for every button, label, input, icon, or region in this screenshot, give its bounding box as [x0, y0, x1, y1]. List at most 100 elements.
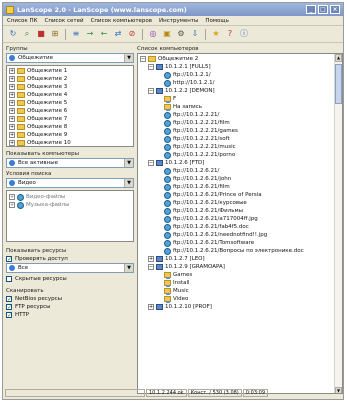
- resource-node[interactable]: ftp://10.1.2.6.21/: [138, 167, 342, 175]
- expand-icon[interactable]: −: [148, 160, 154, 166]
- computer-node[interactable]: −10.1.2.6 [FTD]: [138, 159, 342, 167]
- resource-node[interactable]: ftp://10.1.2.6.21/neednotfind!!.jpg: [138, 231, 342, 239]
- expand-icon[interactable]: +: [9, 140, 15, 146]
- group-item[interactable]: + Общежитие 10: [7, 139, 133, 146]
- menu-item-4[interactable]: Помощь: [205, 18, 228, 24]
- expand-icon[interactable]: +: [9, 68, 15, 74]
- expand-icon[interactable]: +: [9, 116, 15, 122]
- scroll-thumb[interactable]: [335, 64, 342, 104]
- group-node[interactable]: − Общежитие 2: [138, 55, 342, 63]
- expand-icon[interactable]: −: [148, 64, 154, 70]
- condition-item[interactable]: + Видео-файлы: [7, 193, 133, 201]
- group-item[interactable]: + Общежитие 1: [7, 67, 133, 75]
- hidden-resources-checkbox[interactable]: Скрытые ресурсы: [6, 275, 134, 283]
- info-icon[interactable]: ⓘ: [238, 28, 250, 40]
- vertical-scrollbar[interactable]: ▲ ▼: [334, 54, 342, 393]
- condition-item[interactable]: + Музыка-файлы: [7, 201, 133, 209]
- group-item[interactable]: + Общежитие 9: [7, 131, 133, 139]
- back-icon[interactable]: ←: [98, 28, 110, 40]
- tree-icon[interactable]: ⊞: [49, 28, 61, 40]
- groups-tree[interactable]: + Общежитие 1 + Общежитие 2 + Общежитие 3 + Общ…: [6, 65, 134, 147]
- forward-icon[interactable]: →: [84, 28, 96, 40]
- group-item[interactable]: + Общежитие 6: [7, 107, 133, 115]
- resource-node[interactable]: ftp://10.1.2.6.21/Вопросы по электронике…: [138, 247, 342, 255]
- expand-icon[interactable]: +: [9, 76, 15, 82]
- scan-icon[interactable]: ◎: [147, 28, 159, 40]
- scan-ftp-checkbox[interactable]: ✓ FTP ресурсы: [6, 303, 134, 311]
- resources-select[interactable]: Все ▼: [6, 263, 134, 273]
- resource-node[interactable]: ftp://10.1.2.6.21/a717004ff.jpg: [138, 215, 342, 223]
- minimize-button[interactable]: _: [306, 5, 316, 14]
- menu-item-0[interactable]: Список ПК: [7, 18, 38, 24]
- scan-http-checkbox[interactable]: ✓ HTTP: [6, 311, 134, 319]
- expand-icon[interactable]: −: [140, 56, 146, 62]
- expand-icon[interactable]: +: [9, 202, 15, 208]
- expand-icon[interactable]: +: [148, 256, 154, 262]
- help-icon[interactable]: ?: [224, 28, 236, 40]
- group-item[interactable]: + Общежитие 4: [7, 91, 133, 99]
- expand-icon[interactable]: +: [9, 124, 15, 130]
- resource-node[interactable]: ftp://10.1.2.6.21/Prince of Persia: [138, 191, 342, 199]
- menu-item-1[interactable]: Список сетей: [45, 18, 84, 24]
- resource-node[interactable]: ftp://10.1.2.2.21/porno: [138, 151, 342, 159]
- computer-node[interactable]: −10.1.2.1 [FULL5]: [138, 63, 342, 71]
- resource-node[interactable]: Video: [138, 295, 342, 303]
- expand-icon[interactable]: +: [9, 100, 15, 106]
- expand-icon[interactable]: +: [148, 304, 154, 310]
- expand-icon[interactable]: −: [148, 88, 154, 94]
- resource-node[interactable]: F: [138, 95, 342, 103]
- conditions-list[interactable]: + Видео-файлы + Музыка-файлы: [6, 190, 134, 242]
- group-item[interactable]: + Общежитие 8: [7, 123, 133, 131]
- chevron-down-icon[interactable]: ▼: [124, 179, 133, 187]
- connect-icon[interactable]: ⇄: [112, 28, 124, 40]
- scroll-up-icon[interactable]: ▲: [335, 54, 342, 62]
- group-item[interactable]: + Общежитие 2: [7, 75, 133, 83]
- list-icon[interactable]: ≡: [70, 28, 82, 40]
- resource-node[interactable]: ftp://10.1.2.2.21/soft: [138, 135, 342, 143]
- menu-item-3[interactable]: Инструменты: [159, 18, 198, 24]
- resource-node[interactable]: ftp://10.1.2.2.21/: [138, 111, 342, 119]
- maximize-button[interactable]: □: [318, 5, 328, 14]
- resource-node[interactable]: Games: [138, 271, 342, 279]
- resource-node[interactable]: ftp://10.1.2.2.21/film: [138, 119, 342, 127]
- search-icon[interactable]: ⌕: [21, 28, 33, 40]
- resource-node[interactable]: ftp://10.1.2.6.21/Tomsoftware: [138, 239, 342, 247]
- resource-node[interactable]: Music: [138, 287, 342, 295]
- settings-icon[interactable]: ⚙: [175, 28, 187, 40]
- expand-icon[interactable]: −: [148, 264, 154, 270]
- stop-icon[interactable]: ■: [35, 28, 47, 40]
- expand-icon[interactable]: +: [9, 84, 15, 90]
- expand-icon[interactable]: +: [9, 92, 15, 98]
- expand-icon[interactable]: +: [9, 108, 15, 114]
- resource-node[interactable]: ftp://10.1.2.6.21/film: [138, 183, 342, 191]
- export-icon[interactable]: ⇩: [189, 28, 201, 40]
- resource-node[interactable]: Install: [138, 279, 342, 287]
- search-conditions-select[interactable]: Видео ▼: [6, 178, 134, 188]
- resource-node[interactable]: ftp://10.1.2.2.21/music: [138, 143, 342, 151]
- computer-node[interactable]: −10.1.2.9 [GRAMOAPA]: [138, 263, 342, 271]
- refresh-icon[interactable]: ↻: [7, 28, 19, 40]
- resource-node[interactable]: ftp://10.1.2.2.21/games: [138, 127, 342, 135]
- share-icon[interactable]: ▣: [161, 28, 173, 40]
- group-item[interactable]: + Общежитие 3: [7, 83, 133, 91]
- resource-node[interactable]: ftp://10.1.2.1/: [138, 71, 342, 79]
- computer-node[interactable]: −10.1.2.2 [DEMON]: [138, 87, 342, 95]
- check-access-checkbox[interactable]: ✓ Проверять доступ: [6, 255, 134, 263]
- chevron-down-icon[interactable]: ▼: [124, 54, 133, 62]
- show-computers-select[interactable]: Все активные ▼: [6, 158, 134, 168]
- chevron-down-icon[interactable]: ▼: [124, 159, 133, 167]
- resource-node[interactable]: На запись: [138, 103, 342, 111]
- computer-tree[interactable]: − Общежитие 2−10.1.2.1 [FULL5] ftp://10.1.…: [137, 53, 343, 394]
- resource-node[interactable]: ftp://10.1.2.6.21/курсовые: [138, 199, 342, 207]
- disconnect-icon[interactable]: ⊘: [126, 28, 138, 40]
- resource-node[interactable]: ftp://10.1.2.6.21/Фильмы: [138, 207, 342, 215]
- resource-node[interactable]: ftp://10.1.2.6.21/john: [138, 175, 342, 183]
- close-button[interactable]: ×: [330, 5, 340, 14]
- scan-netbios-checkbox[interactable]: ✓ NetBios ресурсы: [6, 295, 134, 303]
- expand-icon[interactable]: +: [9, 132, 15, 138]
- computer-node[interactable]: +10.1.2.7 [LEO]: [138, 255, 342, 263]
- expand-icon[interactable]: +: [9, 194, 15, 200]
- groups-select[interactable]: Общежитие ▼: [6, 53, 134, 63]
- resource-node[interactable]: ftp://10.1.2.6.21/fab4f5.doc: [138, 223, 342, 231]
- group-item[interactable]: + Общежитие 7: [7, 115, 133, 123]
